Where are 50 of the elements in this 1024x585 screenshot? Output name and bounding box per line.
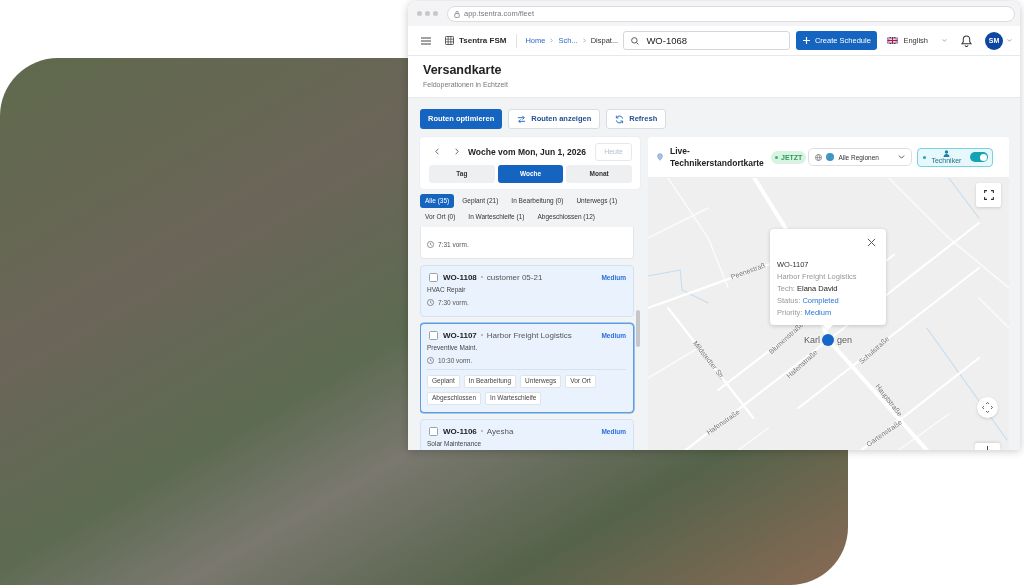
- close-icon[interactable]: [867, 237, 876, 247]
- caret-down-icon[interactable]: [1007, 39, 1012, 42]
- plus-icon: [802, 37, 810, 44]
- menu-icon[interactable]: [421, 36, 431, 45]
- chevron-right-icon[interactable]: [455, 148, 459, 155]
- work-order-id: WO-1107: [443, 330, 477, 340]
- work-order-id: WO-1108: [443, 272, 477, 282]
- chevron-right-icon: [550, 38, 554, 43]
- lock-icon: [454, 9, 460, 18]
- customer-name: Harbor Freight Logistics: [486, 330, 572, 340]
- status-dot-icon: [775, 155, 778, 159]
- map-title: Live-Technikerstandortkarte: [670, 145, 765, 169]
- customer-name: Ayesha: [486, 426, 514, 436]
- fullscreen-icon: [983, 190, 994, 200]
- swap-arrows-icon: [517, 114, 527, 124]
- week-title: Woche vom Mon, Jun 1, 2026: [468, 146, 586, 157]
- clock-icon: [427, 298, 434, 306]
- toggle-switch[interactable]: [970, 152, 989, 162]
- work-order-id: WO-1106: [443, 426, 477, 436]
- customer-name: customer 05-21: [486, 272, 543, 282]
- search-field[interactable]: WO-1068: [623, 31, 791, 50]
- recenter-button[interactable]: [977, 397, 998, 418]
- map-pin-icon: [657, 153, 663, 161]
- clock-icon: [427, 356, 434, 364]
- caret-down-icon: [942, 39, 947, 42]
- chevron-down-icon: [898, 155, 906, 159]
- zoom-button[interactable]: [975, 443, 1000, 450]
- globe-icon: [815, 153, 823, 161]
- chevron-right-icon: [582, 38, 586, 43]
- move-arrows-icon: [982, 402, 993, 413]
- status-dot-icon: [923, 155, 927, 159]
- town-label: gen: [837, 335, 853, 345]
- location-dot-icon[interactable]: [822, 334, 834, 346]
- flag-icon: [887, 37, 899, 44]
- scrollbar[interactable]: [636, 310, 640, 347]
- refresh-icon: [615, 114, 625, 124]
- chevron-left-icon[interactable]: [435, 148, 439, 155]
- brand-name: Tsentra FSM: [459, 36, 507, 45]
- checkbox[interactable]: [429, 330, 438, 340]
- grid-icon: [445, 36, 454, 45]
- checkbox[interactable]: [429, 272, 438, 282]
- person-icon: [942, 149, 950, 157]
- page-title: Versandkarte: [423, 62, 503, 78]
- checkbox[interactable]: [429, 426, 438, 436]
- earth-icon: [826, 153, 835, 161]
- search-icon: [631, 36, 640, 45]
- fullscreen-button[interactable]: [976, 183, 1001, 207]
- clock-icon: [427, 240, 434, 248]
- town-label: Karl: [804, 335, 820, 345]
- bell-icon[interactable]: [961, 34, 972, 47]
